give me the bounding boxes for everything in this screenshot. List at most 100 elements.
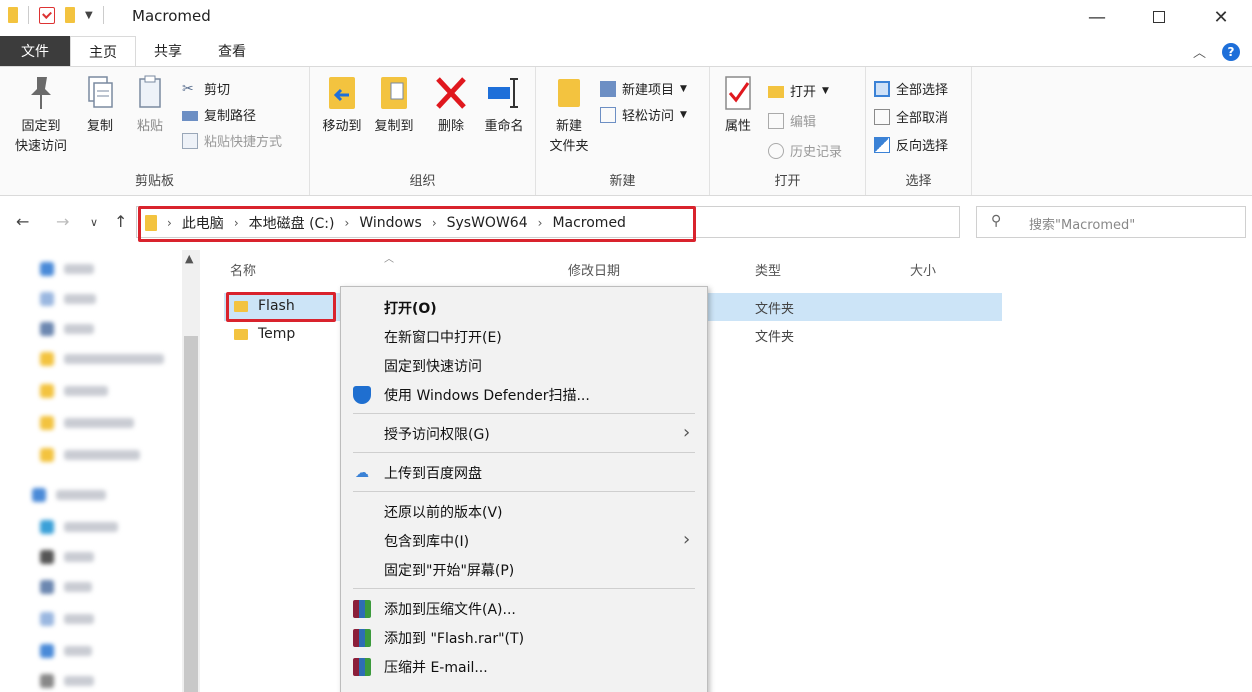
breadcrumb-syswow64[interactable]: SysWOW64 (447, 215, 528, 231)
maximize-icon (1153, 11, 1165, 23)
group-label: 剪贴板 (134, 174, 174, 189)
menu-item-add-flash-rar[interactable]: 添加到 "Flash.rar"(T) (341, 623, 707, 652)
nav-item[interactable] (40, 380, 108, 402)
menu-item-pin-start[interactable]: 固定到"开始"屏幕(P) (341, 555, 707, 584)
close-button[interactable]: ✕ (1190, 0, 1252, 34)
nav-item[interactable] (40, 546, 94, 568)
nav-item[interactable] (40, 288, 96, 310)
history-button[interactable]: 历史记录 (768, 141, 842, 160)
breadcrumb-macromed[interactable]: Macromed (552, 215, 626, 231)
invert-selection-icon (874, 136, 890, 153)
quick-access-toolbar: ▼ (8, 6, 104, 24)
help-icon[interactable]: ? (1222, 42, 1240, 61)
navigation-bar: ← → ∨ ↑ › 此电脑 › 本地磁盘 (C:) › Windows › Sy… (0, 198, 1252, 250)
menu-separator (353, 452, 695, 453)
search-box[interactable]: ⚲ 搜索"Macromed" (976, 206, 1246, 238)
chevron-right-icon[interactable]: › (234, 216, 239, 230)
select-none-button[interactable]: 全部取消 (874, 107, 948, 126)
nav-item[interactable] (40, 576, 92, 598)
minimize-button[interactable]: — (1066, 0, 1128, 34)
menu-item-open[interactable]: 打开(O) (341, 293, 707, 322)
nav-item[interactable] (40, 258, 94, 280)
invert-selection-button[interactable]: 反向选择 (874, 135, 948, 154)
folder-icon (234, 328, 248, 340)
scrollbar-thumb[interactable] (184, 336, 198, 692)
edit-icon (768, 112, 784, 129)
chevron-right-icon[interactable]: › (432, 216, 437, 230)
open-button[interactable]: 打开 ▼ (768, 81, 829, 100)
tab-share[interactable]: 共享 (136, 36, 200, 66)
scroll-up-icon[interactable]: ▲ (185, 252, 193, 265)
edit-button[interactable]: 编辑 (768, 111, 816, 130)
new-folder-icon (558, 79, 580, 107)
easy-access-button[interactable]: 轻松访问 ▼ (600, 105, 687, 124)
column-header-size[interactable]: 大小 (910, 260, 936, 279)
back-button[interactable]: ← (16, 212, 29, 231)
paste-button[interactable]: 粘贴 (130, 73, 170, 137)
rename-button[interactable]: 重命名 (478, 73, 530, 137)
copy-to-button[interactable]: 复制到 (368, 73, 420, 137)
menu-item-open-new-window[interactable]: 在新窗口中打开(E) (341, 322, 707, 351)
breadcrumb-this-pc[interactable]: 此电脑 (182, 213, 224, 233)
pin-quick-access-button[interactable]: 固定到 快速访问 (6, 73, 76, 157)
move-to-button[interactable]: 移动到 (316, 73, 368, 137)
menu-item-restore-versions[interactable]: 还原以前的版本(V) (341, 497, 707, 526)
defender-shield-icon (353, 386, 371, 404)
chevron-right-icon[interactable]: › (345, 216, 350, 230)
menu-item-include-library[interactable]: 包含到库中(I) › (341, 526, 707, 555)
delete-button[interactable]: 删除 (426, 73, 476, 137)
menu-separator (353, 588, 695, 589)
history-icon (768, 142, 784, 159)
column-header-modified[interactable]: 修改日期 (568, 260, 620, 279)
nav-item[interactable] (40, 444, 140, 466)
new-item-button[interactable]: 新建项目 ▼ (600, 79, 687, 98)
paste-shortcut-icon (182, 132, 198, 149)
maximize-button[interactable] (1128, 0, 1190, 34)
menu-item-upload-baidu[interactable]: ☁ 上传到百度网盘 (341, 458, 707, 487)
winrar-icon (353, 629, 371, 647)
tab-home[interactable]: 主页 (70, 36, 136, 66)
menu-item-compress-email[interactable]: 压缩并 E-mail... (341, 652, 707, 681)
divider (102, 6, 104, 24)
tab-view[interactable]: 查看 (200, 36, 264, 66)
nav-item[interactable] (40, 412, 134, 434)
menu-item-add-archive[interactable]: 添加到压缩文件(A)... (341, 594, 707, 623)
tab-file[interactable]: 文件 (0, 36, 70, 66)
cut-button[interactable]: ✂ 剪切 (182, 79, 230, 99)
menu-item-grant-access[interactable]: 授予访问权限(G) › (341, 419, 707, 448)
submenu-arrow-icon: › (683, 422, 691, 443)
menu-item-pin-quick-access[interactable]: 固定到快速访问 (341, 351, 707, 380)
copy-path-button[interactable]: 复制路径 (182, 105, 256, 124)
rename-icon (488, 78, 518, 108)
new-folder-icon[interactable] (65, 7, 75, 23)
address-bar[interactable]: › 此电脑 › 本地磁盘 (C:) › Windows › SysWOW64 ›… (136, 206, 1085, 238)
nav-item[interactable] (40, 608, 94, 630)
nav-item[interactable] (32, 484, 106, 506)
navigation-scrollbar[interactable]: ▲ (182, 250, 200, 692)
menu-item-defender-scan[interactable]: 使用 Windows Defender扫描... (341, 380, 707, 409)
nav-item[interactable] (40, 348, 164, 370)
nav-item[interactable] (40, 516, 118, 538)
paste-shortcut-button[interactable]: 粘贴快捷方式 (182, 131, 282, 150)
properties-button[interactable]: 属性 (716, 73, 760, 137)
column-header-type[interactable]: 类型 (755, 260, 781, 279)
column-header-name[interactable]: 名称 (230, 260, 256, 279)
chevron-right-icon[interactable]: › (167, 216, 172, 230)
breadcrumb-local-disk[interactable]: 本地磁盘 (C:) (249, 213, 335, 233)
recent-locations-button[interactable]: ∨ (90, 216, 98, 229)
search-input[interactable]: 搜索"Macromed" (1029, 214, 1135, 233)
up-button[interactable]: ↑ (114, 212, 127, 231)
chevron-right-icon[interactable]: › (538, 216, 543, 230)
properties-icon[interactable] (39, 6, 55, 24)
nav-item[interactable] (40, 640, 92, 662)
nav-item[interactable] (40, 670, 94, 692)
folder-icon (8, 7, 18, 23)
breadcrumb-windows[interactable]: Windows (359, 215, 422, 231)
select-all-button[interactable]: 全部选择 (874, 79, 948, 98)
collapse-ribbon-icon[interactable]: ︿ (1193, 42, 1206, 61)
new-folder-button[interactable]: 新建 文件夹 (542, 73, 596, 157)
forward-button[interactable]: → (56, 212, 69, 231)
copy-button[interactable]: 复制 (80, 73, 120, 137)
nav-item[interactable] (40, 318, 94, 340)
customize-toolbar-icon[interactable]: ▼ (85, 10, 93, 21)
